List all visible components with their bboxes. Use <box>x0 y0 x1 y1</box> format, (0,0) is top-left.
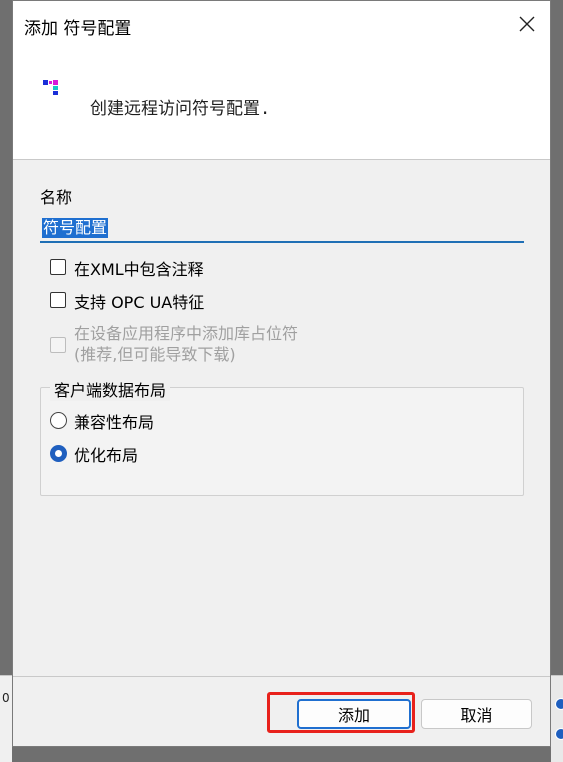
compatible-layout-radio[interactable] <box>50 412 67 429</box>
add-button[interactable]: 添加 <box>297 699 411 729</box>
opc-ua-checkbox[interactable] <box>50 292 66 308</box>
add-symbol-config-dialog: 添加 符号配置 创建远程访问符号配置. 名称 符号配置 在XML中包含注释 支持… <box>12 0 551 747</box>
name-label: 名称 <box>40 188 73 207</box>
include-comments-checkbox[interactable] <box>50 259 66 275</box>
optimized-layout-radio[interactable] <box>50 445 67 462</box>
library-placeholder-label: 在设备应用程序中添加库占位符 (推荐,但可能导致下载) <box>74 323 298 365</box>
library-placeholder-checkbox <box>50 337 66 353</box>
title-bar: 添加 符号配置 <box>13 1 550 47</box>
optimized-layout-label[interactable]: 优化布局 <box>74 442 138 466</box>
dialog-title: 添加 符号配置 <box>24 19 132 39</box>
close-icon <box>519 16 535 32</box>
client-data-layout-title: 客户端数据布局 <box>50 377 171 401</box>
compatible-layout-label[interactable]: 兼容性布局 <box>74 409 154 433</box>
background-window-right <box>551 675 563 762</box>
footer-divider <box>13 676 550 677</box>
background-window-left <box>0 675 12 762</box>
name-field[interactable]: 符号配置 <box>40 213 528 243</box>
background-status-icon <box>555 728 563 740</box>
dialog-header: 创建远程访问符号配置. <box>13 47 550 160</box>
include-comments-label[interactable]: 在XML中包含注释 <box>74 256 204 280</box>
close-button[interactable] <box>504 1 550 47</box>
library-placeholder-label-line1: 在设备应用程序中添加库占位符 <box>74 324 299 343</box>
cancel-button[interactable]: 取消 <box>421 699 532 729</box>
opc-ua-label[interactable]: 支持 OPC UA特征 <box>74 289 204 313</box>
symbol-config-icon <box>43 80 58 95</box>
name-input[interactable] <box>40 213 528 241</box>
header-description: 创建远程访问符号配置. <box>90 99 271 119</box>
library-placeholder-label-line2: (推荐,但可能导致下载) <box>74 345 236 364</box>
background-left-text: 0 <box>2 691 10 705</box>
background-status-icon <box>555 698 563 710</box>
